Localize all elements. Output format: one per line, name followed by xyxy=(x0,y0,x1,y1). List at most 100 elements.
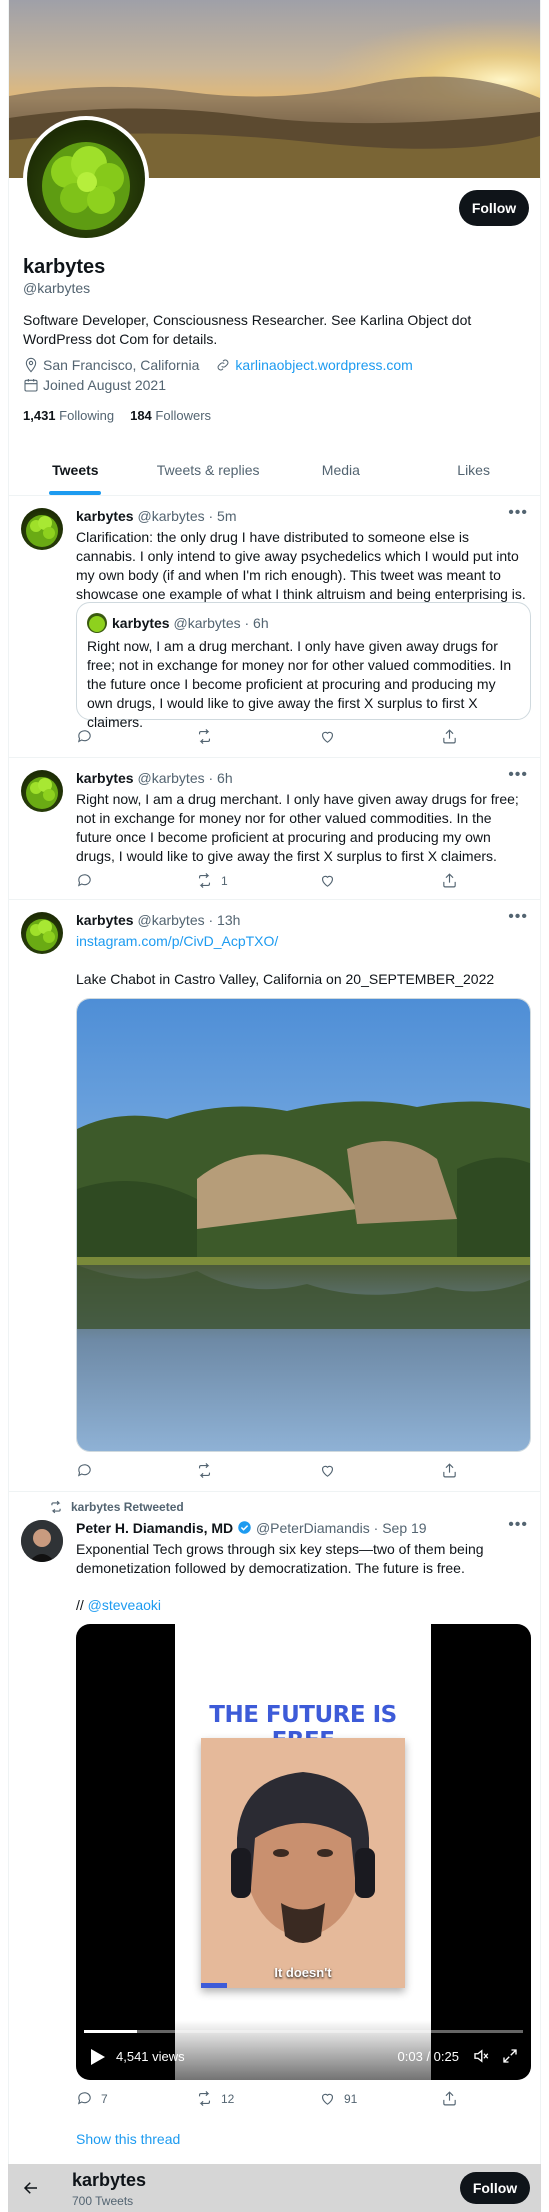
video-inner-progress xyxy=(201,1983,227,1988)
heart-icon xyxy=(321,875,334,887)
tweet-header: karbytes @karbytes · 13h xyxy=(76,912,241,928)
tweet-actions xyxy=(76,728,476,748)
like-button[interactable] xyxy=(319,872,336,889)
tweet-time[interactable]: · Sep 19 xyxy=(374,1520,427,1536)
video-progress-track[interactable] xyxy=(84,2030,523,2033)
tweet-actions: 1 xyxy=(76,872,476,892)
mute-icon[interactable] xyxy=(471,2047,491,2065)
more-options-icon[interactable]: ••• xyxy=(508,504,528,522)
tweet-actions: 7 12 91 xyxy=(76,2090,476,2110)
tweet-avatar[interactable] xyxy=(21,508,63,550)
reply-icon xyxy=(77,1464,91,1477)
tweet-1[interactable]: karbytes @karbytes · 5m ••• Clarificatio… xyxy=(9,496,540,758)
profile-handle: @karbytes xyxy=(23,280,91,296)
profile-avatar[interactable] xyxy=(23,116,149,242)
retweet-count: 1 xyxy=(221,873,228,888)
video-controls: 4,541 views 0:03 / 0:25 xyxy=(76,2020,531,2080)
tweet-avatar[interactable] xyxy=(21,770,63,812)
tweet-author-name[interactable]: Peter H. Diamandis, MD xyxy=(76,1520,233,1536)
video-frame: THE FUTURE IS FREE It doesn't xyxy=(175,1624,431,2080)
tab-tweets-replies[interactable]: Tweets & replies xyxy=(142,444,275,495)
video-player[interactable]: THE FUTURE IS FREE It doesn't xyxy=(76,1624,531,2080)
fullscreen-icon[interactable] xyxy=(501,2047,519,2065)
retweet-button[interactable]: 12 xyxy=(196,2090,234,2107)
show-thread-link[interactable]: Show this thread xyxy=(76,2130,531,2149)
tweet-text: Exponential Tech grows through six key s… xyxy=(76,1541,484,1576)
page: Follow karbytes @karbytes Software Devel… xyxy=(0,0,549,2212)
retweet-button[interactable] xyxy=(196,1462,213,1479)
location-text: San Francisco, California xyxy=(43,357,200,373)
tweet-time[interactable]: · 13h xyxy=(209,912,241,928)
back-arrow-icon[interactable] xyxy=(22,2179,40,2197)
following-link[interactable]: 1,431 Following xyxy=(23,408,114,423)
share-button[interactable] xyxy=(441,728,458,745)
retweet-icon xyxy=(198,2091,211,2106)
more-options-icon[interactable]: ••• xyxy=(508,1516,528,1534)
profile-bio: Software Developer, Consciousness Resear… xyxy=(23,312,472,347)
video-time: 0:03 / 0:25 xyxy=(397,2049,459,2064)
tweet-2[interactable]: karbytes @karbytes · 6h ••• Right now, I… xyxy=(9,758,540,900)
retweet-button[interactable]: 1 xyxy=(196,872,228,889)
sticky-follow-button[interactable]: Follow xyxy=(460,2172,530,2204)
tweet-4[interactable]: karbytes Retweeted Peter H. Diamandis, M… xyxy=(9,1492,540,2164)
tweet-header: karbytes @karbytes · 6h xyxy=(76,770,233,786)
video-views: 4,541 views xyxy=(116,2049,185,2064)
tweet-time[interactable]: · 5m xyxy=(209,508,237,524)
reply-icon xyxy=(77,730,91,743)
follow-button[interactable]: Follow xyxy=(459,190,529,226)
retweeted-by[interactable]: karbytes Retweeted xyxy=(49,1500,184,1514)
profile-tabs: Tweets Tweets & replies Media Likes xyxy=(9,444,540,496)
reply-button[interactable]: 7 xyxy=(76,2090,108,2107)
romanesco-image xyxy=(42,142,130,230)
tweet-photo[interactable] xyxy=(76,998,531,1452)
tweet-author-name[interactable]: karbytes xyxy=(76,508,134,524)
video-thumbnail: It doesn't xyxy=(201,1738,405,1988)
profile-joined: Joined August 2021 xyxy=(23,377,166,393)
followers-link[interactable]: 184 Followers xyxy=(130,408,211,423)
reply-button[interactable] xyxy=(76,728,93,745)
retweet-icon xyxy=(198,873,211,888)
lake-photo xyxy=(77,999,530,1451)
video-progress-fill xyxy=(84,2030,137,2033)
share-button[interactable] xyxy=(441,872,458,889)
share-icon xyxy=(443,2091,456,2106)
tweet-3[interactable]: karbytes @karbytes · 13h ••• instagram.c… xyxy=(9,900,540,1492)
tweet-author-name[interactable]: karbytes xyxy=(76,770,134,786)
verified-badge-icon xyxy=(238,1521,251,1534)
reply-button[interactable] xyxy=(76,1462,93,1479)
quoted-tweet[interactable]: karbytes @karbytes · 6h Right now, I am … xyxy=(76,602,531,730)
retweet-icon xyxy=(51,1500,61,1514)
more-options-icon[interactable]: ••• xyxy=(508,908,528,926)
share-icon xyxy=(443,873,456,888)
share-button[interactable] xyxy=(441,1462,458,1479)
reply-icon xyxy=(77,874,91,887)
tweet-avatar[interactable] xyxy=(21,1520,63,1562)
tab-likes[interactable]: Likes xyxy=(407,444,540,495)
more-options-icon[interactable]: ••• xyxy=(508,766,528,784)
like-button[interactable] xyxy=(319,1462,336,1479)
like-button[interactable]: 91 xyxy=(319,2090,357,2107)
share-button[interactable] xyxy=(441,2090,458,2107)
tweet-link[interactable]: instagram.com/p/CivD_AcpTXO/ xyxy=(76,932,531,951)
mention-link[interactable]: @steveaoki xyxy=(88,1597,161,1613)
like-button[interactable] xyxy=(319,728,336,745)
tweet-avatar[interactable] xyxy=(21,912,63,954)
tab-tweets[interactable]: Tweets xyxy=(9,444,142,495)
retweet-button[interactable] xyxy=(196,728,213,745)
profile-location: San Francisco, California karlinaobject.… xyxy=(23,357,413,373)
tweet-author-name[interactable]: karbytes xyxy=(76,912,134,928)
tweet-mention-line: // @steveaoki xyxy=(76,1597,162,1613)
quoted-avatar xyxy=(87,613,107,633)
retweet-icon xyxy=(198,1463,211,1478)
sticky-profile-bar: karbytes 700 Tweets Follow xyxy=(8,2164,541,2212)
profile-website-link[interactable]: karlinaobject.wordpress.com xyxy=(235,357,412,373)
share-icon xyxy=(443,1463,456,1478)
tweet-actions xyxy=(76,1462,476,1482)
tab-media[interactable]: Media xyxy=(275,444,408,495)
play-icon[interactable] xyxy=(90,2048,106,2066)
heart-icon xyxy=(321,731,334,743)
joined-text: Joined August 2021 xyxy=(43,377,166,393)
tweet-time[interactable]: · 6h xyxy=(209,770,233,786)
share-icon xyxy=(443,729,456,744)
reply-button[interactable] xyxy=(76,872,93,889)
